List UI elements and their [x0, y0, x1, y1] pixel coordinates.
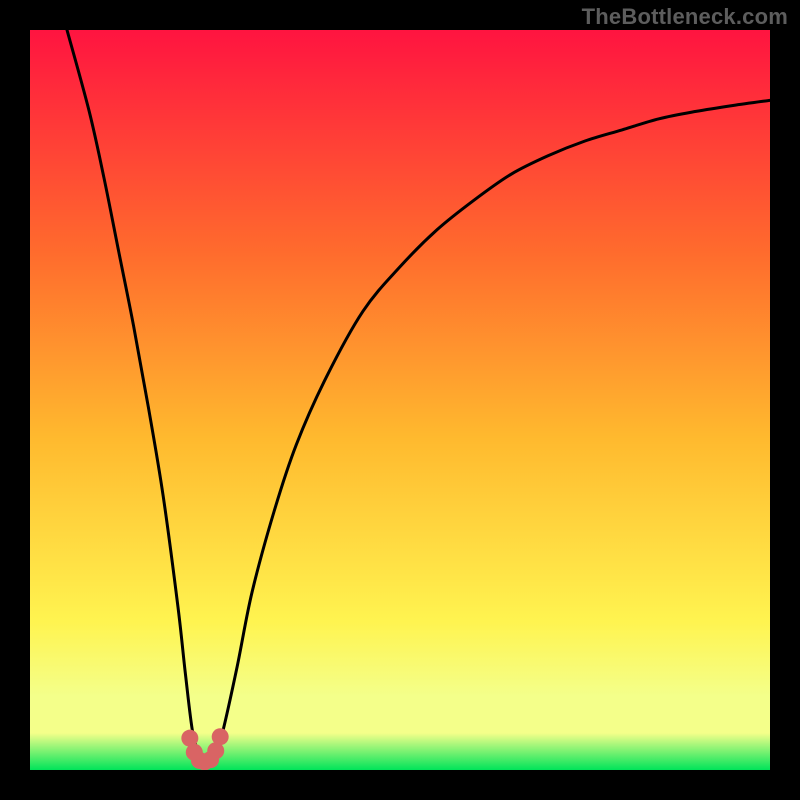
chart-svg — [30, 30, 770, 770]
gradient-background — [30, 30, 770, 770]
watermark-text: TheBottleneck.com — [582, 4, 788, 30]
outer-frame: TheBottleneck.com — [0, 0, 800, 800]
plot-area — [30, 30, 770, 770]
marker-dot — [212, 728, 229, 745]
